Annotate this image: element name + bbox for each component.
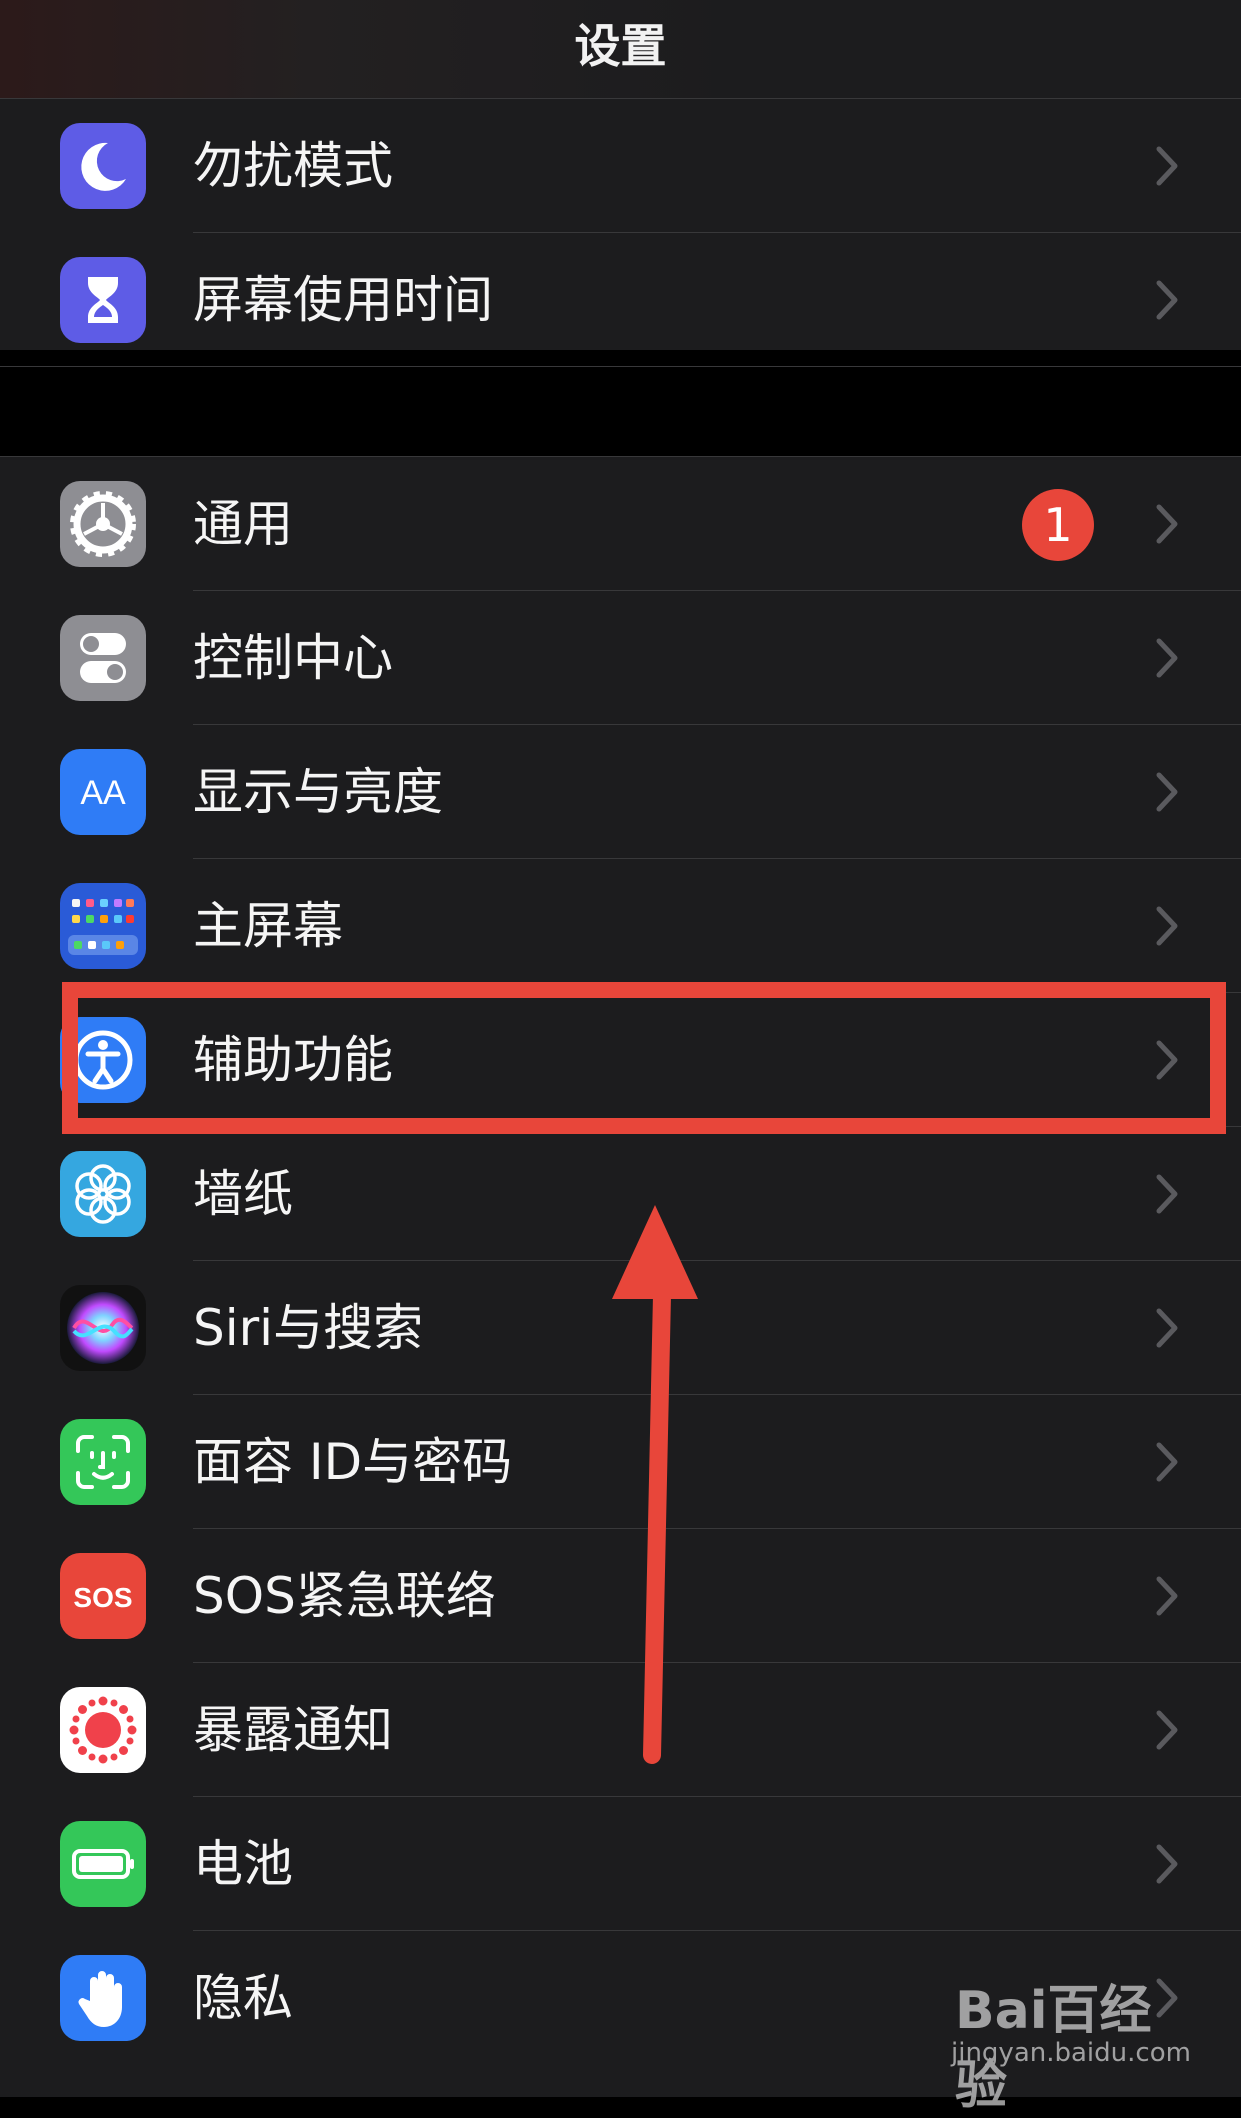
svg-text:SOS: SOS: [73, 1582, 132, 1613]
settings-row-emergency-sos[interactable]: SOS SOS紧急联络: [0, 1529, 1241, 1663]
face-id-icon: [60, 1419, 146, 1505]
text-size-icon: AA: [60, 749, 146, 835]
chevron-right-icon: [1155, 771, 1179, 813]
navigation-bar: 设置: [0, 0, 1241, 99]
chevron-right-icon: [1155, 279, 1179, 321]
settings-row-display-brightness[interactable]: AA 显示与亮度: [0, 725, 1241, 859]
settings-row-control-center[interactable]: 控制中心: [0, 591, 1241, 725]
settings-row-face-id-passcode[interactable]: 面容 ID与密码: [0, 1395, 1241, 1529]
settings-row-do-not-disturb[interactable]: 勿扰模式: [0, 99, 1241, 233]
gear-icon: [60, 481, 146, 567]
row-separator: [0, 366, 1241, 367]
settings-row-label: SOS紧急联络: [193, 1567, 496, 1625]
chevron-right-icon: [1155, 1173, 1179, 1215]
settings-row-siri-search[interactable]: Siri与搜索: [0, 1261, 1241, 1395]
settings-row-label: 辅助功能: [193, 1031, 393, 1089]
svg-text:AA: AA: [80, 774, 126, 812]
sos-icon: SOS: [60, 1553, 146, 1639]
settings-row-label: 勿扰模式: [193, 137, 393, 195]
chevron-right-icon: [1155, 637, 1179, 679]
chevron-right-icon: [1155, 1039, 1179, 1081]
settings-row-label: 隐私: [193, 1969, 293, 2027]
chevron-right-icon: [1155, 1575, 1179, 1617]
settings-group-focus: 勿扰模式 屏幕使用时间: [0, 99, 1241, 367]
settings-row-label: 暴露通知: [193, 1701, 393, 1759]
battery-icon: [60, 1821, 146, 1907]
chevron-right-icon: [1155, 1441, 1179, 1483]
hand-icon: [60, 1955, 146, 2041]
chevron-right-icon: [1155, 1307, 1179, 1349]
settings-row-exposure-notifications[interactable]: 暴露通知: [0, 1663, 1241, 1797]
chevron-right-icon: [1155, 905, 1179, 947]
chevron-right-icon: [1155, 145, 1179, 187]
notification-badge: 1: [1022, 489, 1094, 561]
exposure-icon: [60, 1687, 146, 1773]
chevron-right-icon: [1155, 1843, 1179, 1885]
settings-row-label: 墙纸: [193, 1165, 293, 1223]
settings-row-accessibility[interactable]: 辅助功能: [0, 993, 1241, 1127]
siri-icon: [60, 1285, 146, 1371]
settings-row-wallpaper[interactable]: 墙纸: [0, 1127, 1241, 1261]
settings-row-label: 控制中心: [193, 629, 393, 687]
baidu-watermark: Bai百经验 jingyan.baidu.com: [945, 1960, 1191, 2116]
settings-row-label: 主屏幕: [193, 897, 343, 955]
settings-row-label: 屏幕使用时间: [193, 271, 493, 329]
settings-row-label: 电池: [193, 1835, 293, 1893]
page-title: 设置: [574, 19, 667, 73]
home-screen-grid-icon: [60, 883, 146, 969]
watermark-url: jingyan.baidu.com: [951, 2038, 1191, 2068]
flower-icon: [60, 1151, 146, 1237]
settings-row-home-screen[interactable]: 主屏幕: [0, 859, 1241, 993]
settings-row-label: 通用: [193, 495, 293, 553]
chevron-right-icon: [1155, 1709, 1179, 1751]
settings-row-general[interactable]: 通用 1: [0, 457, 1241, 591]
settings-row-label: 显示与亮度: [193, 763, 443, 821]
settings-group-general: 通用 1 控制中心 AA 显示与亮度 主屏幕 辅助功能 墙纸 Siri与搜索 面…: [0, 456, 1241, 2097]
toggles-icon: [60, 615, 146, 701]
chevron-right-icon: [1155, 503, 1179, 545]
accessibility-icon: [60, 1017, 146, 1103]
hourglass-icon: [60, 257, 146, 343]
moon-icon: [60, 123, 146, 209]
settings-row-battery[interactable]: 电池: [0, 1797, 1241, 1931]
settings-row-label: Siri与搜索: [193, 1299, 424, 1357]
settings-row-screen-time[interactable]: 屏幕使用时间: [0, 233, 1241, 367]
settings-row-label: 面容 ID与密码: [193, 1433, 513, 1491]
